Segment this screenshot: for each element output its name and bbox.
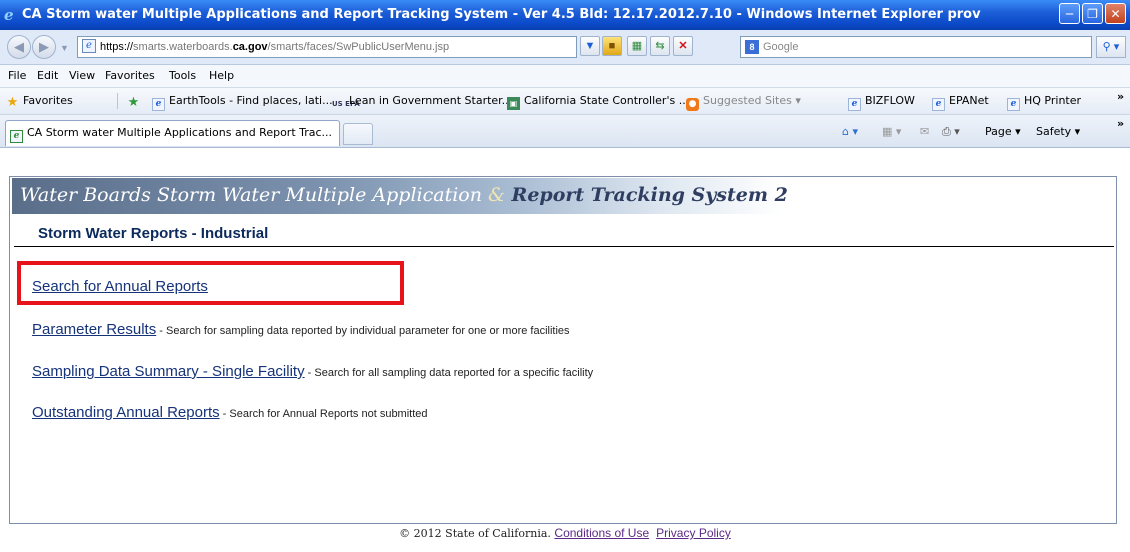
commands-overflow-icon[interactable]: »	[1117, 117, 1124, 130]
link-description: - Search for sampling data reported by i…	[156, 325, 570, 337]
link-description: - Search for Annual Reports not submitte…	[219, 408, 428, 420]
menu-view[interactable]: View	[69, 69, 95, 82]
page-title: Storm Water Reports - Industrial	[38, 225, 269, 242]
safety-menu-button[interactable]: Safety ▾	[1036, 125, 1080, 138]
fav-suggested-label: Suggested Sites ▾	[703, 94, 801, 107]
search-button[interactable]: ⚲ ▾	[1096, 36, 1126, 58]
page-menu-button[interactable]: Page ▾	[985, 125, 1021, 138]
ie-page-icon: e	[932, 98, 945, 111]
add-favorite-icon: ★	[127, 95, 140, 110]
refresh-icon[interactable]: ⇆	[650, 36, 670, 56]
menu-favorites[interactable]: Favorites	[105, 69, 155, 82]
fav-state-controller[interactable]: ▣ California State Controller's ...	[507, 94, 689, 110]
google-icon: 8	[745, 40, 759, 54]
menu-file[interactable]: File	[8, 69, 26, 82]
fav-earthtools[interactable]: e EarthTools - Find places, lati...	[152, 94, 333, 111]
link-description: - Search for all sampling data reported …	[304, 367, 594, 379]
link-outstanding-reports-row: Outstanding Annual Reports - Search for …	[32, 404, 428, 421]
sco-icon: ▣	[507, 97, 520, 110]
favorites-divider	[117, 93, 118, 109]
link-sampling-summary-row: Sampling Data Summary - Single Facility …	[32, 363, 593, 380]
url-domain: ca.gov	[232, 41, 268, 53]
fav-hq-printer[interactable]: e HQ Printer	[1007, 94, 1081, 111]
window-title: CA Storm water Multiple Applications and…	[22, 7, 981, 22]
menu-edit[interactable]: Edit	[37, 69, 58, 82]
fav-bizflow[interactable]: e BIZFLOW	[848, 94, 915, 111]
conditions-of-use-link[interactable]: Conditions of Use	[554, 526, 649, 540]
address-dropdown-icon[interactable]: ▼	[580, 36, 600, 56]
fav-bizflow-label: BIZFLOW	[865, 94, 915, 107]
stop-icon[interactable]: ✕	[673, 36, 693, 56]
epa-icon: US EPA	[332, 100, 360, 108]
fav-epanet[interactable]: e EPANet	[932, 94, 989, 111]
close-button[interactable]: ✕	[1105, 3, 1126, 24]
page-icon: e	[82, 39, 96, 53]
tab-bar: e CA Storm water Multiple Applications an…	[0, 115, 1130, 148]
new-tab-button[interactable]	[343, 123, 373, 145]
forward-button[interactable]: ▶	[32, 35, 56, 59]
back-button[interactable]: ◀	[7, 35, 31, 59]
tab-current[interactable]: e CA Storm water Multiple Applications an…	[5, 120, 340, 146]
sampling-data-summary-link[interactable]: Sampling Data Summary - Single Facility	[32, 363, 305, 380]
url-host: smarts.waterboards.	[133, 41, 233, 53]
fav-sco-label: California State Controller's ...	[524, 94, 690, 107]
link-search-annual-reports-row: Search for Annual Reports	[32, 278, 208, 295]
banner-part1: Water Boards Storm Water Multiple Applic…	[20, 184, 489, 206]
banner-text: Water Boards Storm Water Multiple Applic…	[20, 184, 788, 206]
menu-bar: File Edit View Favorites Tools Help	[0, 65, 1130, 88]
print-icon[interactable]: ⎙ ▾	[942, 125, 960, 139]
privacy-policy-link[interactable]: Privacy Policy	[656, 526, 731, 540]
mail-icon[interactable]: ✉	[920, 125, 929, 138]
tab-label: CA Storm water Multiple Applications and…	[27, 126, 333, 139]
compatibility-view-icon[interactable]: ▦	[627, 36, 647, 56]
favorites-label: Favorites	[23, 94, 73, 107]
fav-earthtools-label: EarthTools - Find places, lati...	[169, 94, 333, 107]
suggested-sites-icon: ●	[686, 98, 699, 111]
lock-icon[interactable]: ■	[602, 36, 622, 56]
maximize-button[interactable]: ❐	[1082, 3, 1103, 24]
page-footer: © 2012 State of California. Conditions o…	[0, 524, 1130, 552]
site-banner: Water Boards Storm Water Multiple Applic…	[12, 178, 788, 214]
banner-part2: Report Tracking System 2	[504, 184, 788, 206]
favorites-overflow-icon[interactable]: »	[1117, 90, 1124, 103]
search-input[interactable]: 8 Google	[740, 36, 1092, 58]
fav-lean-label: Lean in Government Starter...	[349, 94, 513, 107]
favorites-button[interactable]: ★ Favorites	[6, 94, 73, 109]
ie-page-icon: e	[10, 130, 23, 143]
ie-page-icon: e	[152, 98, 165, 111]
parameter-results-link[interactable]: Parameter Results	[32, 321, 156, 338]
minimize-button[interactable]: ─	[1059, 3, 1080, 24]
favorites-bar: ★ Favorites ★ e EarthTools - Find places, …	[0, 88, 1130, 115]
ie-logo-icon: e	[4, 6, 14, 24]
history-dropdown-icon[interactable]: ▼	[60, 43, 69, 53]
fav-epanet-label: EPANet	[949, 94, 989, 107]
search-annual-reports-link[interactable]: Search for Annual Reports	[32, 278, 208, 295]
add-favorite-button[interactable]: ★	[127, 94, 144, 109]
link-parameter-results-row: Parameter Results - Search for sampling …	[32, 321, 570, 338]
search-placeholder: Google	[763, 41, 799, 53]
title-divider	[14, 246, 1114, 247]
window-title-bar: e CA Storm water Multiple Applications a…	[0, 0, 1130, 30]
fav-lean-government[interactable]: US EPALean in Government Starter...	[332, 94, 512, 114]
menu-tools[interactable]: Tools	[169, 69, 196, 82]
favorites-star-icon: ★	[6, 95, 19, 110]
ie-page-icon: e	[848, 98, 861, 111]
fav-hq-label: HQ Printer	[1024, 94, 1082, 107]
ie-page-icon: e	[1007, 98, 1020, 111]
url-path: /smarts/faces/SwPublicUserMenu.jsp	[267, 41, 450, 53]
address-toolbar: ◀ ▶ ▼ e https://smarts.waterboards.ca.gov…	[0, 30, 1130, 65]
copyright-text: © 2012 State of California.	[399, 527, 551, 540]
url-scheme: https://	[100, 41, 134, 53]
menu-help[interactable]: Help	[209, 69, 234, 82]
address-bar[interactable]: e https://smarts.waterboards.ca.gov/smart…	[77, 36, 577, 58]
feeds-icon[interactable]: ▦ ▾	[882, 125, 901, 138]
outstanding-annual-reports-link[interactable]: Outstanding Annual Reports	[32, 404, 220, 421]
fav-suggested-sites[interactable]: ● Suggested Sites ▾	[686, 94, 801, 111]
banner-amp: &	[488, 184, 505, 206]
home-icon[interactable]: ⌂ ▾	[842, 125, 858, 138]
